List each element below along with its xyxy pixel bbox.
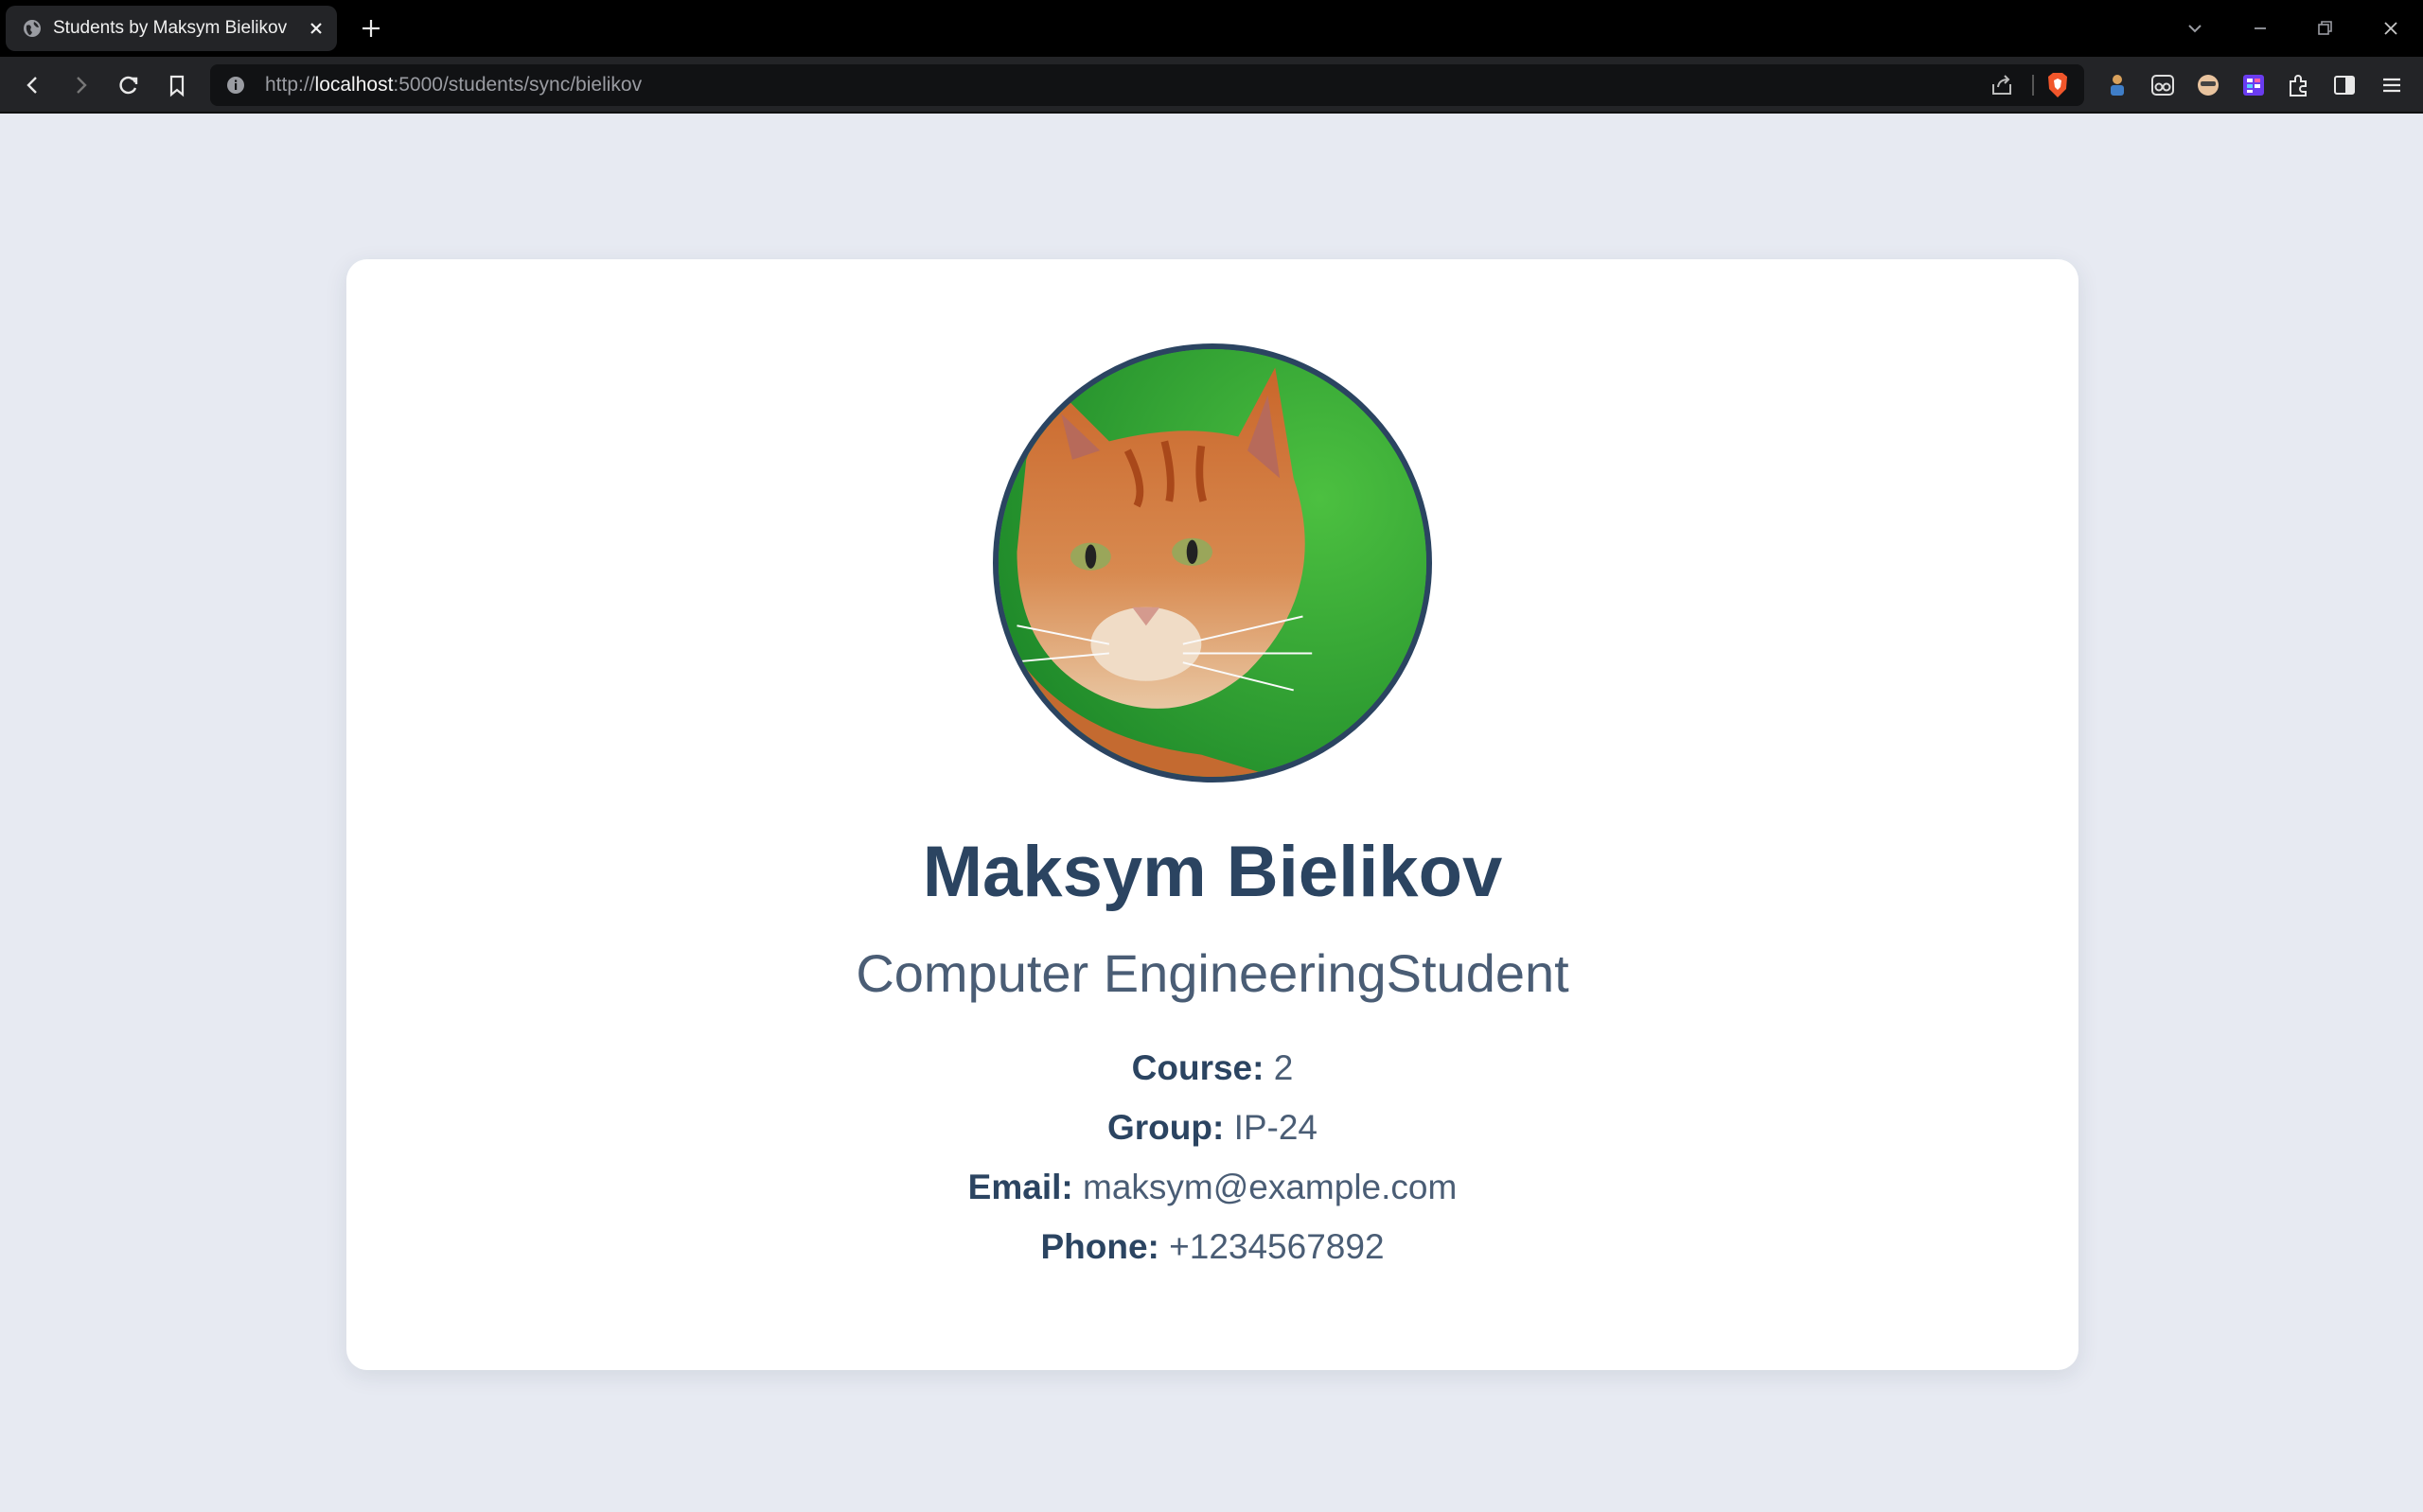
brave-shield-icon[interactable] — [2044, 71, 2071, 99]
course-value: 2 — [1273, 1048, 1294, 1087]
tab-title: Students by Maksym Bielikov — [53, 18, 288, 38]
bookmark-icon[interactable] — [163, 71, 191, 99]
phone-row: Phone: +1234567892 — [346, 1227, 2078, 1267]
browser-toolbar: http://localhost:5000/students/sync/biel… — [0, 57, 2423, 114]
browser-tab[interactable]: Students by Maksym Bielikov — [6, 6, 337, 51]
student-title: Computer EngineeringStudent — [856, 943, 1569, 1003]
profile-card: Maksym Bielikov Computer EngineeringStud… — [346, 259, 2078, 1370]
group-value: IP-24 — [1233, 1108, 1318, 1147]
tab-bar: Students by Maksym Bielikov — [0, 0, 2423, 57]
url-host: localhost — [314, 74, 394, 96]
share-icon[interactable] — [1990, 73, 2014, 97]
extension-figure-icon[interactable] — [2103, 71, 2131, 99]
restore-icon[interactable] — [2311, 15, 2338, 42]
extension-face-icon[interactable] — [2194, 71, 2222, 99]
globe-icon — [24, 20, 41, 37]
close-icon[interactable] — [307, 19, 326, 38]
extension-icon[interactable] — [2285, 71, 2313, 99]
group-row: Group: IP-24 — [346, 1108, 2078, 1148]
student-name: Maksym Bielikov — [922, 832, 1503, 912]
email-row: Email: maksym@example.com — [346, 1168, 2078, 1207]
reload-icon[interactable] — [115, 71, 143, 99]
extension-grid-icon[interactable] — [2239, 71, 2268, 99]
course-label: Course: — [1131, 1048, 1265, 1087]
tab-search-chevron-icon[interactable] — [2182, 15, 2208, 42]
minimize-icon[interactable] — [2247, 15, 2273, 42]
separator — [2032, 75, 2034, 96]
forward-icon[interactable] — [66, 71, 95, 99]
email-label: Email: — [967, 1168, 1073, 1206]
plus-icon[interactable] — [360, 17, 382, 40]
phone-label: Phone: — [1040, 1227, 1159, 1266]
extension-glasses-icon[interactable] — [2149, 71, 2177, 99]
group-label: Group: — [1106, 1108, 1225, 1147]
info-icon[interactable] — [225, 75, 246, 96]
sidebar-icon[interactable] — [2330, 71, 2359, 99]
avatar-cat-image — [999, 349, 1426, 777]
avatar — [993, 343, 1432, 782]
phone-value: +1234567892 — [1169, 1227, 1385, 1266]
menu-icon[interactable] — [2378, 71, 2406, 99]
url-scheme: http:// — [265, 74, 315, 96]
back-icon[interactable] — [19, 71, 47, 99]
course-row: Course: 2 — [346, 1048, 2078, 1088]
address-bar[interactable]: http://localhost:5000/students/sync/biel… — [210, 64, 2084, 106]
url-path: :5000/students/sync/bielikov — [393, 74, 643, 96]
email-value: maksym@example.com — [1083, 1168, 1458, 1206]
url-text: http://localhost:5000/students/sync/biel… — [265, 64, 642, 106]
window-close-icon[interactable] — [2378, 15, 2404, 42]
